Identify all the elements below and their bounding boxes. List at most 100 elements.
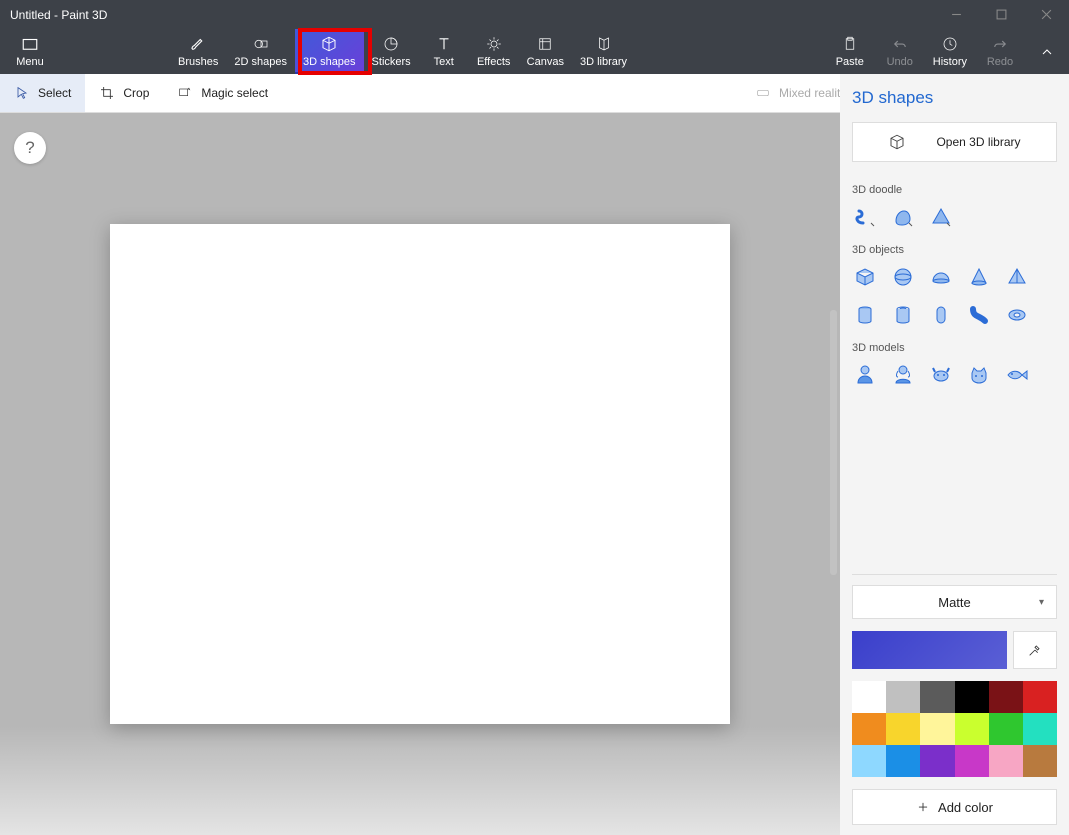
doodle-sharp-tool[interactable] (928, 204, 954, 230)
tab-2d-shapes[interactable]: 2D shapes (226, 29, 295, 74)
shape-cone[interactable] (966, 264, 992, 290)
ribbon-label: 3D library (580, 56, 627, 68)
color-swatch[interactable] (989, 681, 1023, 713)
magic-select-icon (177, 85, 193, 101)
ribbon-label: 3D shapes (303, 56, 356, 68)
ribbon-label: Canvas (527, 56, 564, 68)
ribbon-label: 2D shapes (234, 56, 287, 68)
color-swatch[interactable] (886, 745, 920, 777)
color-swatch[interactable] (920, 745, 954, 777)
tool-label: Mixed reality (779, 86, 846, 100)
tool-label: Magic select (201, 86, 268, 100)
shape-capsule[interactable] (928, 302, 954, 328)
model-dog[interactable] (928, 362, 954, 388)
library-icon (595, 35, 613, 53)
add-color-button[interactable]: Add color (852, 789, 1057, 825)
collapse-panel-button[interactable] (1025, 29, 1069, 74)
shape-curved-cylinder[interactable] (966, 302, 992, 328)
color-swatch[interactable] (1023, 745, 1057, 777)
color-swatch[interactable] (920, 713, 954, 745)
canvas-scrollbar[interactable] (830, 310, 837, 575)
color-swatch[interactable] (886, 681, 920, 713)
shape-pyramid[interactable] (1004, 264, 1030, 290)
brush-icon (189, 35, 207, 53)
chevron-down-icon: ▾ (1039, 597, 1044, 608)
shape-sphere[interactable] (890, 264, 916, 290)
shapes-2d-icon (252, 35, 270, 53)
tool-label: Select (38, 86, 71, 100)
menu-label: Menu (16, 56, 44, 68)
help-button[interactable]: ? (14, 132, 46, 164)
color-swatch[interactable] (852, 681, 886, 713)
close-button[interactable] (1024, 0, 1069, 29)
color-swatch[interactable] (852, 745, 886, 777)
open-3d-library-button[interactable]: Open 3D library (852, 122, 1057, 162)
shape-cylinder[interactable] (852, 302, 878, 328)
model-woman[interactable] (890, 362, 916, 388)
eyedropper-button[interactable] (1013, 631, 1057, 669)
history-button[interactable]: History (925, 29, 975, 74)
redo-button[interactable]: Redo (975, 29, 1025, 74)
maximize-button[interactable] (979, 0, 1024, 29)
canvas[interactable] (110, 224, 730, 724)
material-label: Matte (938, 595, 971, 610)
current-color-swatch[interactable] (852, 631, 1007, 669)
window-controls (934, 0, 1069, 29)
library-panel-icon (888, 133, 906, 151)
sticker-icon (382, 35, 400, 53)
tab-canvas[interactable]: Canvas (519, 29, 572, 74)
main-ribbon: Menu Brushes 2D shapes 3D shapes Sticker… (0, 29, 1069, 74)
tab-effects[interactable]: Effects (469, 29, 519, 74)
shape-hemisphere[interactable] (928, 264, 954, 290)
tab-brushes[interactable]: Brushes (170, 29, 226, 74)
color-swatch[interactable] (955, 681, 989, 713)
minimize-button[interactable] (934, 0, 979, 29)
shape-donut[interactable] (1004, 302, 1030, 328)
color-swatch[interactable] (852, 713, 886, 745)
tab-stickers[interactable]: Stickers (364, 29, 419, 74)
doodle-tube-tool[interactable] (852, 204, 878, 230)
objects-section-label: 3D objects (852, 244, 1057, 256)
crop-tool[interactable]: Crop (85, 74, 163, 112)
title-bar: Untitled - Paint 3D (0, 0, 1069, 29)
tab-text[interactable]: Text (419, 29, 469, 74)
text-icon (435, 35, 453, 53)
color-swatch[interactable] (989, 745, 1023, 777)
mixed-reality-icon (755, 85, 771, 101)
ribbon-label: Effects (477, 56, 510, 68)
canvas-icon (536, 35, 554, 53)
redo-icon (991, 35, 1009, 53)
select-tool[interactable]: Select (0, 74, 85, 112)
menu-button[interactable]: Menu (0, 29, 60, 74)
cube-icon (320, 35, 338, 53)
shape-cube[interactable] (852, 264, 878, 290)
doodle-soft-tool[interactable] (890, 204, 916, 230)
color-swatch[interactable] (886, 713, 920, 745)
paste-button[interactable]: Paste (825, 29, 875, 74)
model-man[interactable] (852, 362, 878, 388)
color-swatch[interactable] (920, 681, 954, 713)
effects-icon (485, 35, 503, 53)
tab-3d-library[interactable]: 3D library (572, 29, 635, 74)
magic-select-tool[interactable]: Magic select (163, 74, 282, 112)
tab-3d-shapes[interactable]: 3D shapes (295, 29, 364, 74)
color-swatch[interactable] (1023, 681, 1057, 713)
help-icon: ? (25, 138, 34, 158)
chevron-up-icon (1039, 44, 1055, 60)
history-icon (941, 35, 959, 53)
color-swatch[interactable] (1023, 713, 1057, 745)
color-swatch[interactable] (955, 713, 989, 745)
tool-label: Crop (123, 86, 149, 100)
color-swatch[interactable] (989, 713, 1023, 745)
plus-icon (916, 800, 930, 814)
open-library-label: Open 3D library (936, 135, 1020, 149)
color-swatch[interactable] (955, 745, 989, 777)
undo-button[interactable]: Undo (875, 29, 925, 74)
material-dropdown[interactable]: Matte ▾ (852, 585, 1057, 619)
model-fish[interactable] (1004, 362, 1030, 388)
ribbon-label: History (933, 56, 967, 68)
ribbon-label: Redo (987, 56, 1013, 68)
canvas-area (0, 113, 840, 835)
shape-tube[interactable] (890, 302, 916, 328)
model-cat[interactable] (966, 362, 992, 388)
